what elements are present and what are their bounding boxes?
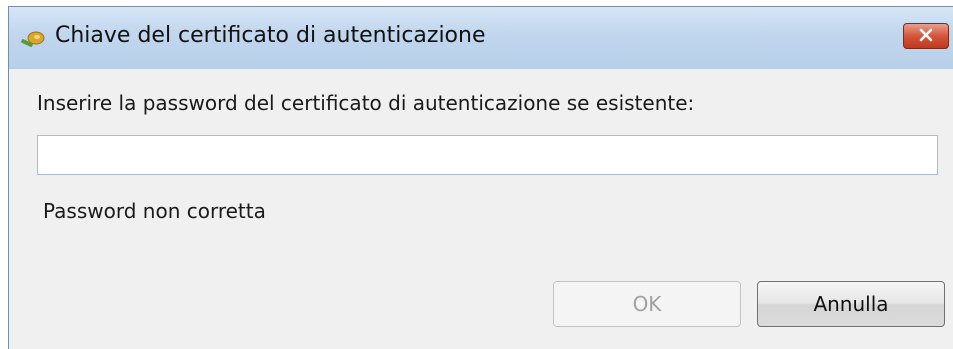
title-bar[interactable]: Chiave del certificato di autenticazione [9,7,953,69]
cancel-button[interactable]: Annulla [757,281,945,327]
error-message: Password non corretta [43,199,266,223]
dialog-content: Inserire la password del certificato di … [9,69,953,349]
password-input[interactable] [37,135,938,175]
ok-button[interactable]: OK [553,281,741,327]
close-icon [918,27,934,46]
close-button[interactable] [903,23,949,49]
dialog-window: Chiave del certificato di autenticazione… [8,6,953,349]
key-icon [19,29,45,51]
password-prompt-label: Inserire la password del certificato di … [37,91,695,115]
dialog-title: Chiave del certificato di autenticazione [55,23,486,48]
